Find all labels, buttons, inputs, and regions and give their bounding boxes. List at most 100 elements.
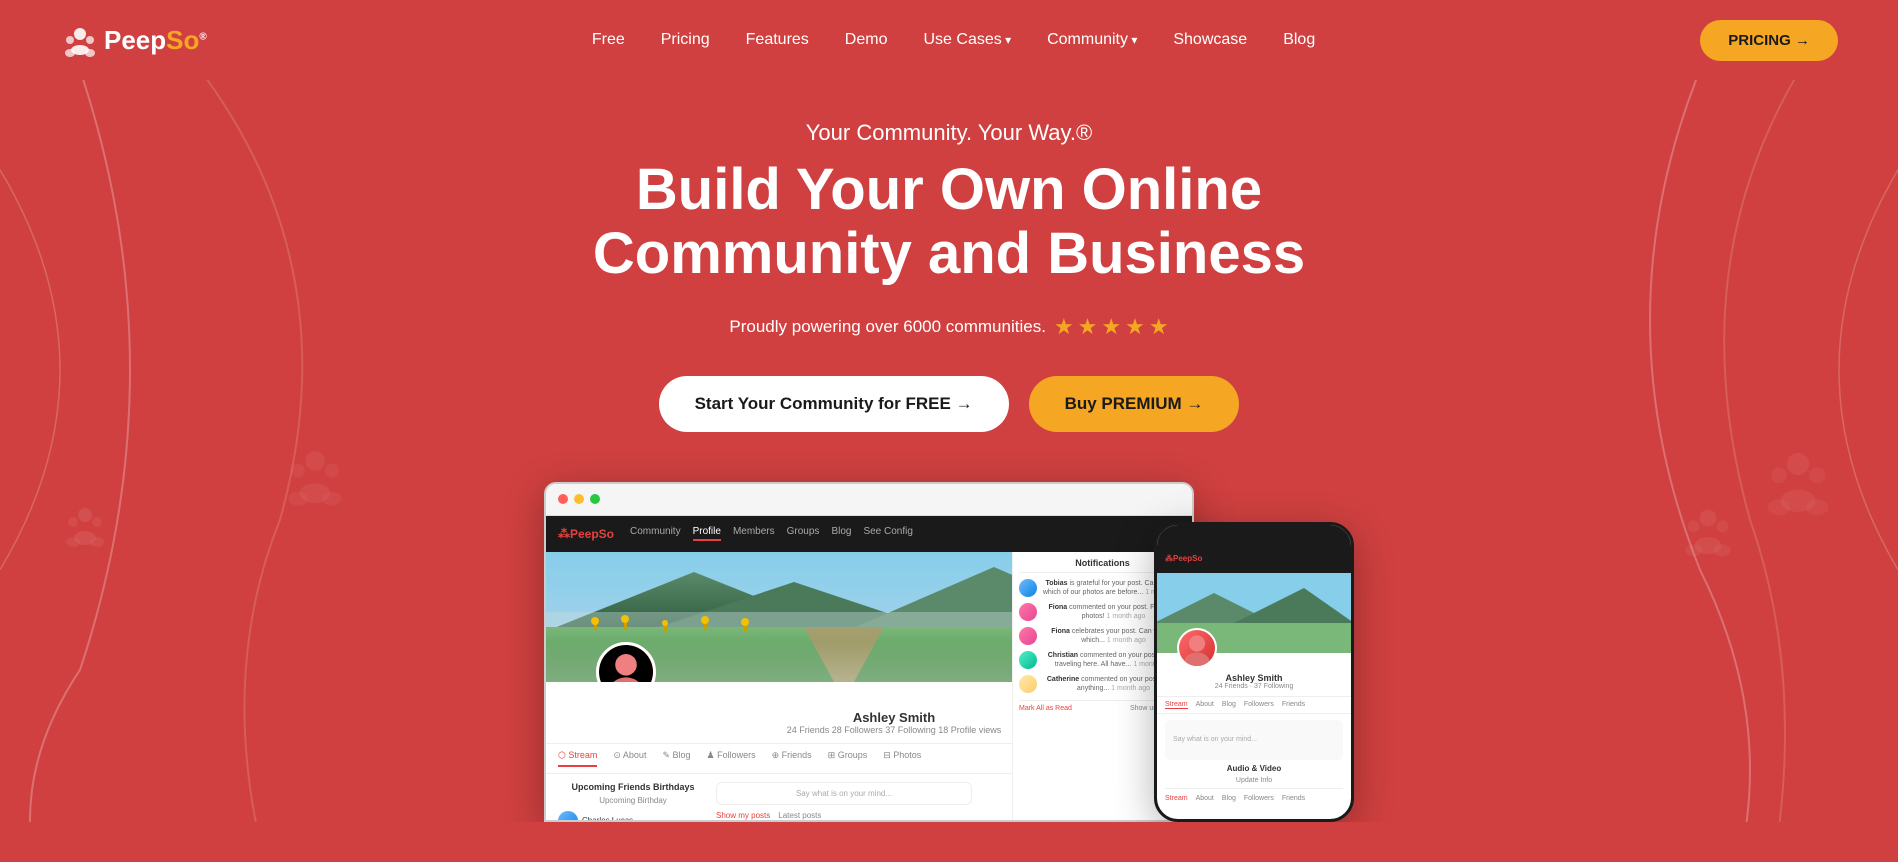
- tab-photos[interactable]: ⊟ Photos: [883, 750, 921, 767]
- nav-pricing-link[interactable]: Pricing: [661, 31, 710, 48]
- nav-blog-link[interactable]: Blog: [1283, 31, 1315, 48]
- hero-rating: Proudly powering over 6000 communities. …: [20, 314, 1878, 340]
- app-nav-groups: Groups: [787, 526, 820, 541]
- notch-hole: [1224, 529, 1284, 541]
- mobile-mockup: ⁂PeepSo: [1154, 522, 1354, 822]
- pricing-cta-button[interactable]: PRICING →: [1700, 20, 1838, 61]
- tab-blog[interactable]: ✎ Blog: [662, 750, 690, 767]
- mobile-tabs: Stream About Blog Followers Friends: [1157, 697, 1351, 714]
- nav-use-cases-link[interactable]: Use Cases: [923, 31, 1011, 48]
- app-logo: ⁂PeepSo: [558, 527, 614, 541]
- star-3: ★: [1101, 314, 1121, 340]
- hero-title: Build Your Own Online Community and Busi…: [499, 158, 1399, 286]
- hero-section: Your Community. Your Way.® Build Your Ow…: [0, 80, 1898, 822]
- star-1: ★: [1054, 314, 1074, 340]
- mobile-logo: ⁂PeepSo: [1165, 554, 1202, 563]
- mobile-profile-name: Ashley Smith: [1165, 673, 1343, 683]
- tab-my-posts[interactable]: Show my posts: [716, 811, 770, 822]
- notif-avatar-1: [1019, 579, 1037, 597]
- person-name: Charles Lucas: [582, 816, 633, 822]
- post-placeholder[interactable]: Say what is on your mind...: [716, 782, 972, 805]
- close-dot: [558, 494, 568, 504]
- mobile-tab-friends[interactable]: Friends: [1282, 701, 1305, 709]
- mobile-tab-stream[interactable]: Stream: [1165, 701, 1188, 709]
- center-column: Say what is on your mind... Show my post…: [716, 782, 972, 822]
- notif-avatar-4: [1019, 651, 1037, 669]
- mobile-tab-about[interactable]: About: [1196, 701, 1214, 709]
- notif-avatar-5: [1019, 675, 1037, 693]
- nav-free-link[interactable]: Free: [592, 31, 625, 48]
- tab-groups[interactable]: ⊞ Groups: [828, 750, 868, 767]
- hero-subtitle: Your Community. Your Way.®: [20, 120, 1878, 146]
- mark-all-read[interactable]: Mark All as Read: [1019, 705, 1072, 712]
- nav-item-blog[interactable]: Blog: [1283, 31, 1315, 49]
- mobile-bottom-nav: Stream About Blog Followers Friends: [1165, 788, 1343, 802]
- logo-icon: [60, 20, 100, 60]
- stars-container: ★ ★ ★ ★ ★: [1054, 314, 1169, 340]
- app-nav-blog: Blog: [831, 526, 851, 541]
- nav-showcase-link[interactable]: Showcase: [1173, 31, 1247, 48]
- mobile-audio-label: Audio & Video: [1165, 764, 1343, 773]
- navbar: PeepSo® Free Pricing Features Demo Use C…: [0, 0, 1898, 80]
- nav-item-demo[interactable]: Demo: [845, 31, 888, 49]
- person-row: Charles Lucas: [558, 811, 708, 822]
- mobile-nav-followers[interactable]: Followers: [1244, 795, 1274, 802]
- hero-content: Your Community. Your Way.® Build Your Ow…: [20, 120, 1878, 822]
- mobile-update-info: Update Info: [1165, 777, 1343, 784]
- minimize-dot: [574, 494, 584, 504]
- nav-item-use-cases[interactable]: Use Cases: [923, 31, 1011, 49]
- star-5: ★: [1149, 314, 1169, 340]
- mobile-app-nav: ⁂PeepSo: [1157, 545, 1351, 573]
- browser-bar: [546, 484, 1192, 516]
- mobile-tab-followers[interactable]: Followers: [1244, 701, 1274, 709]
- mobile-content: Say what is on your mind... Audio & Vide…: [1157, 714, 1351, 808]
- nav-item-features[interactable]: Features: [746, 31, 809, 49]
- tab-about[interactable]: ⊙ About: [613, 750, 646, 767]
- nav-item-free[interactable]: Free: [592, 31, 625, 49]
- app-nav: ⁂PeepSo Community Profile Members Groups…: [546, 516, 1192, 552]
- nav-item-pricing[interactable]: Pricing: [661, 31, 710, 49]
- tab-friends[interactable]: ⊕ Friends: [772, 750, 812, 767]
- tab-followers[interactable]: ♟ Followers: [707, 750, 756, 767]
- logo[interactable]: PeepSo®: [60, 20, 207, 60]
- nav-item-showcase[interactable]: Showcase: [1173, 31, 1247, 49]
- notif-avatar-3: [1019, 627, 1037, 645]
- app-nav-community: Community: [630, 526, 681, 541]
- nav-community-link[interactable]: Community: [1047, 31, 1137, 48]
- nav-item-community[interactable]: Community: [1047, 31, 1137, 49]
- mobile-avatar-img: [1179, 628, 1215, 668]
- person-avatar: [558, 811, 578, 822]
- mobile-avatar: [1177, 628, 1217, 668]
- buy-premium-button[interactable]: Buy PREMIUM →: [1029, 376, 1240, 432]
- mobile-nav-stream[interactable]: Stream: [1165, 795, 1188, 802]
- start-free-button[interactable]: Start Your Community for FREE →: [659, 376, 1009, 432]
- maximize-dot: [590, 494, 600, 504]
- mockup-container: ⁂PeepSo Community Profile Members Groups…: [20, 482, 1878, 822]
- profile-avatar: [596, 642, 656, 682]
- left-column: Upcoming Friends Birthdays Upcoming Birt…: [558, 782, 708, 822]
- birthdays-title: Upcoming Friends Birthdays: [558, 782, 708, 792]
- tab-latest-posts[interactable]: Latest posts: [778, 811, 821, 822]
- nav-demo-link[interactable]: Demo: [845, 31, 888, 48]
- birthdays-sub: Upcoming Birthday: [558, 796, 708, 805]
- mobile-nav-friends[interactable]: Friends: [1282, 795, 1305, 802]
- mobile-post-box[interactable]: Say what is on your mind...: [1165, 720, 1343, 760]
- nav-features-link[interactable]: Features: [746, 31, 809, 48]
- mobile-cover-image: [1157, 573, 1351, 653]
- rating-text: Proudly powering over 6000 communities.: [729, 317, 1046, 337]
- mobile-notch: [1157, 525, 1351, 545]
- hero-buttons: Start Your Community for FREE → Buy PREM…: [20, 376, 1878, 432]
- app-nav-config: See Config: [863, 526, 912, 541]
- notif-avatar-2: [1019, 603, 1037, 621]
- star-4: ★: [1125, 314, 1145, 340]
- star-2: ★: [1078, 314, 1098, 340]
- app-nav-links: Community Profile Members Groups Blog Se…: [630, 526, 913, 541]
- mobile-nav-blog2[interactable]: Blog: [1222, 795, 1236, 802]
- app-nav-profile: Profile: [693, 526, 721, 541]
- mobile-nav-about[interactable]: About: [1196, 795, 1214, 802]
- mobile-profile-stats: 24 Friends · 37 Following: [1165, 683, 1343, 690]
- tab-stream[interactable]: ⬡ Stream: [558, 750, 597, 767]
- desktop-mockup: ⁂PeepSo Community Profile Members Groups…: [544, 482, 1194, 822]
- nav-links: Free Pricing Features Demo Use Cases Com…: [592, 31, 1315, 49]
- mobile-tab-blog[interactable]: Blog: [1222, 701, 1236, 709]
